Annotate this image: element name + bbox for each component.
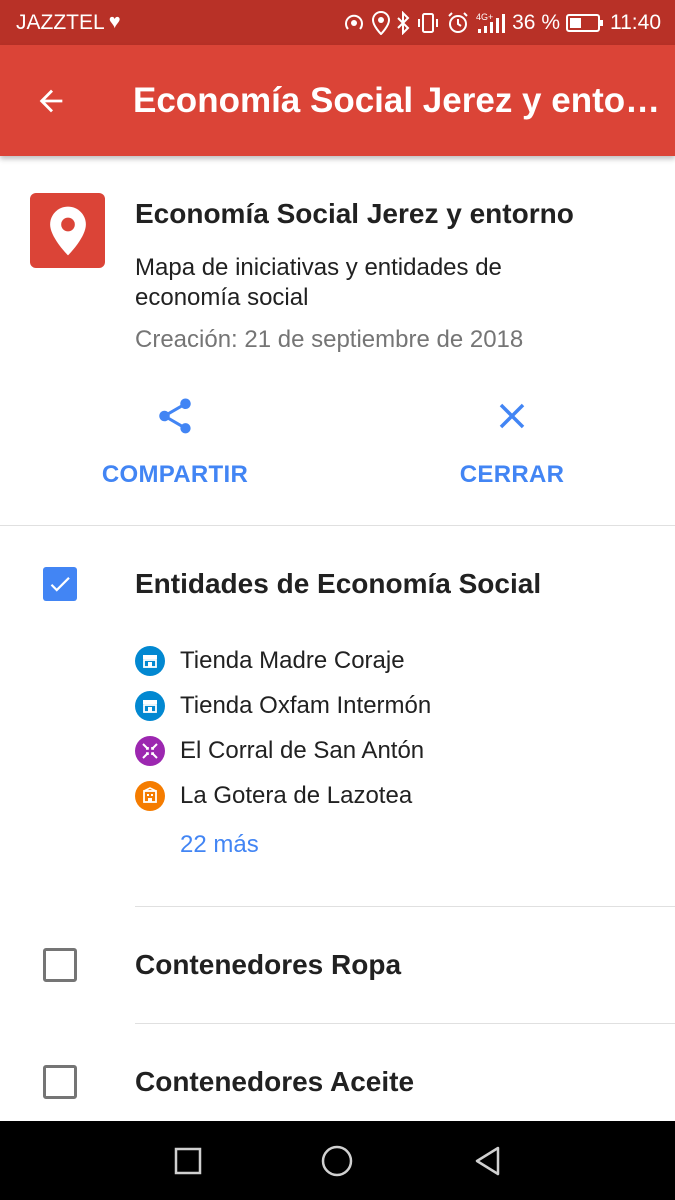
layer-name[interactable]: Contenedores Ropa — [135, 949, 401, 981]
place-name: Tienda Madre Coraje — [180, 647, 405, 674]
share-button[interactable]: COMPARTIR — [75, 395, 275, 489]
place-item[interactable]: Tienda Madre Coraje — [135, 644, 405, 678]
battery-icon — [566, 13, 603, 32]
nav-back-button[interactable] — [470, 1143, 506, 1179]
back-triangle-icon — [475, 1146, 500, 1176]
status-left: JAZZTEL ♥ — [16, 11, 121, 35]
carrier-name: JAZZTEL — [16, 10, 105, 34]
vibrate-icon — [418, 12, 439, 33]
place-name: Tienda Oxfam Intermón — [180, 692, 432, 719]
place-name: El Corral de San Antón — [180, 737, 425, 764]
home-icon — [321, 1145, 353, 1177]
divider — [135, 1023, 675, 1024]
place-item[interactable]: El Corral de San Antón — [135, 734, 424, 768]
close-icon — [499, 403, 525, 429]
hotspot-icon — [345, 14, 364, 30]
place-item[interactable]: Tienda Oxfam Intermón — [135, 689, 431, 723]
place-item[interactable]: La Gotera de Lazotea — [135, 779, 412, 813]
app-bar-title: Economía Social Jerez y entorno — [133, 80, 663, 120]
check-icon — [50, 577, 70, 592]
recent-apps-icon — [174, 1147, 202, 1175]
layer-checkbox-aceite[interactable] — [43, 1065, 77, 1099]
layer-name[interactable]: Contenedores Aceite — [135, 1066, 414, 1098]
clock: 11:40 — [610, 10, 661, 34]
merge-arrows-icon — [135, 736, 165, 766]
layer-checkbox-entidades[interactable] — [43, 567, 77, 601]
map-title: Economía Social Jerez y entorno — [135, 198, 574, 229]
recent-apps-button[interactable] — [170, 1143, 206, 1179]
alarm-icon — [448, 11, 468, 33]
status-right: 4G+ 36 % 11:40 — [342, 10, 661, 35]
divider — [135, 906, 675, 907]
home-button[interactable] — [319, 1143, 355, 1179]
navigation-bar — [0, 1121, 675, 1200]
layer-checkbox-ropa[interactable] — [43, 948, 77, 982]
store-icon — [135, 691, 165, 721]
map-description: Mapa de iniciativas y entidades de econo… — [135, 254, 502, 311]
place-name: La Gotera de Lazotea — [180, 782, 413, 809]
share-icon — [159, 398, 191, 434]
map-icon-tile — [30, 193, 105, 268]
battery-percent: 36 % — [512, 10, 560, 34]
close-button[interactable]: CERRAR — [412, 395, 612, 489]
arrow-back-icon — [39, 89, 62, 112]
share-label: COMPARTIR — [101, 461, 249, 488]
app-bar: Economía Social Jerez y entorno — [0, 45, 675, 156]
heart-icon: ♥ — [108, 11, 121, 33]
bluetooth-icon — [397, 10, 410, 35]
svg-text:4G+: 4G+ — [476, 12, 493, 22]
divider — [0, 525, 675, 526]
layer-name[interactable]: Entidades de Economía Social — [135, 568, 541, 600]
map-created-date: Creación: 21 de septiembre de 2018 — [135, 326, 524, 353]
more-places-link[interactable]: 22 más — [180, 831, 259, 859]
back-button[interactable] — [0, 45, 103, 156]
store-icon — [135, 646, 165, 676]
status-bar: JAZZTEL ♥ 4G+ 36 % 11:40 — [0, 0, 675, 45]
close-label: CERRAR — [459, 461, 565, 488]
map-pin-icon — [49, 206, 86, 255]
signal-icon: 4G+ — [476, 12, 506, 33]
building-icon — [135, 781, 165, 811]
location-icon — [372, 10, 391, 35]
